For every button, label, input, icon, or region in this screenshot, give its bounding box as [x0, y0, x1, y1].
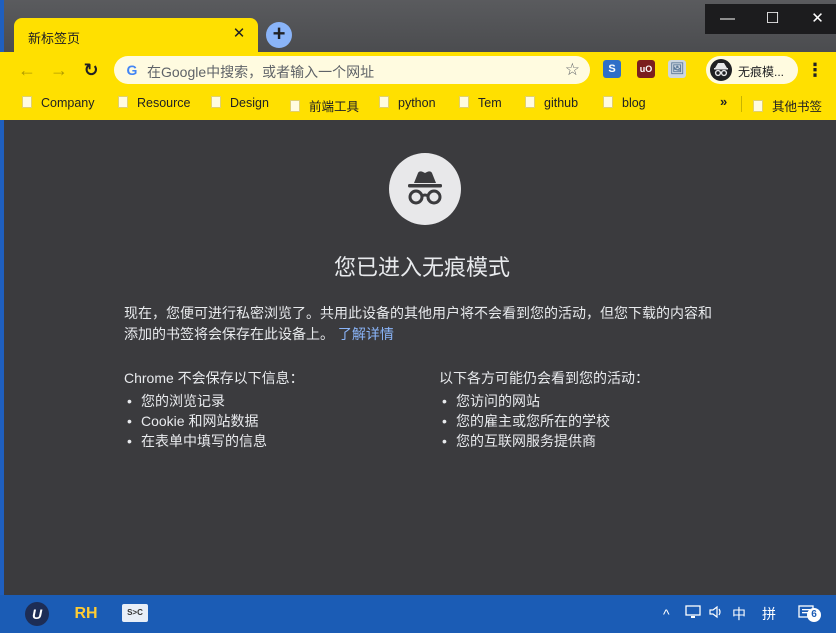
folder-icon	[459, 96, 469, 108]
folder-icon	[753, 100, 763, 112]
list-item: 您的雇主或您所在的学校	[439, 411, 729, 431]
intro-text: 现在，您便可进行私密浏览了。共用此设备的其他用户将不会看到您的活动，但您下载的内…	[124, 305, 712, 342]
folder-icon	[211, 96, 221, 108]
bookmark-folder[interactable]: Company	[22, 96, 95, 112]
incognito-icon	[389, 153, 461, 225]
bookmark-folder[interactable]: blog	[603, 96, 646, 112]
incognito-avatar-icon	[710, 59, 732, 81]
bookmark-folder[interactable]: Resource	[118, 96, 191, 112]
not-saved-title: Chrome 不会保存以下信息：	[124, 370, 304, 386]
bookmarks-divider	[741, 96, 742, 112]
not-saved-section: Chrome 不会保存以下信息： 您的浏览记录 Cookie 和网站数据 在表单…	[124, 368, 414, 451]
folder-icon	[290, 100, 300, 112]
menu-kebab-icon[interactable]: ⋮	[806, 57, 824, 83]
omnibox-placeholder[interactable]: 在Google中搜索，或者输入一个网址	[147, 62, 374, 82]
list-item: 您的浏览记录	[124, 391, 414, 411]
network-icon[interactable]	[685, 604, 701, 625]
volume-icon[interactable]	[708, 604, 724, 625]
taskbar-app-u-icon[interactable]: U	[25, 602, 49, 626]
list-item: Cookie 和网站数据	[124, 411, 414, 431]
maximize-button[interactable]: ☐	[750, 4, 795, 34]
folder-icon	[22, 96, 32, 108]
folder-icon	[603, 96, 613, 108]
incognito-page: 您已进入无痕模式 现在，您便可进行私密浏览了。共用此设备的其他用户将不会看到您的…	[0, 120, 836, 595]
folder-icon	[118, 96, 128, 108]
bookmarks-overflow-icon[interactable]: »	[720, 94, 727, 109]
bookmark-folder[interactable]: github	[525, 96, 578, 112]
taskbar-app-terminal-icon[interactable]: S>C	[122, 604, 148, 622]
tab-title: 新标签页	[28, 31, 81, 46]
learn-more-link[interactable]: 了解详情	[338, 326, 394, 342]
reload-button[interactable]: ↻	[78, 57, 104, 83]
browser-window: 新标签页 ✕ + — ☐ ✕ ← → ↻ G 在Google中搜索，或者输入一个…	[0, 0, 836, 595]
notifications-badge: 6	[807, 608, 821, 622]
incognito-heading: 您已进入无痕模式	[333, 255, 510, 280]
may-see-section: 以下各方可能仍会看到您的活动： 您访问的网站 您的雇主或您所在的学校 您的互联网…	[439, 368, 729, 451]
forward-button[interactable]: →	[46, 57, 72, 83]
toolbar: ← → ↻ G 在Google中搜索，或者输入一个网址 ☆ S uO 🖼 无痕模…	[0, 52, 836, 88]
ime-mode-indicator[interactable]: 拼	[762, 604, 776, 624]
back-button[interactable]: ←	[14, 57, 40, 83]
folder-icon	[525, 96, 535, 108]
tab-close-icon[interactable]: ✕	[230, 25, 248, 43]
may-see-title: 以下各方可能仍会看到您的活动：	[439, 370, 649, 386]
title-bar: 新标签页 ✕ + — ☐ ✕	[0, 0, 836, 52]
bookmark-folder[interactable]: 前端工具	[290, 96, 359, 114]
ime-indicator[interactable]: 中	[732, 604, 746, 624]
extension-ublock-icon[interactable]: uO	[637, 60, 655, 78]
bookmark-folder[interactable]: Tem	[459, 96, 502, 112]
other-bookmarks[interactable]: 其他书签	[753, 96, 822, 114]
extension-image-icon[interactable]: 🖼	[668, 60, 686, 78]
list-item: 您的互联网服务提供商	[439, 431, 729, 451]
list-item: 在表单中填写的信息	[124, 431, 414, 451]
profile-label: 无痕模...	[738, 65, 785, 79]
extension-s-icon[interactable]: S	[603, 60, 621, 78]
minimize-button[interactable]: —	[705, 4, 750, 34]
tab-new-tab[interactable]: 新标签页 ✕	[14, 18, 258, 52]
bookmarks-bar: Company Resource Design 前端工具 python Tem …	[0, 88, 836, 120]
bookmark-folder[interactable]: Design	[211, 96, 269, 112]
incognito-intro: 现在，您便可进行私密浏览了。共用此设备的其他用户将不会看到您的活动，但您下载的内…	[124, 303, 724, 345]
taskbar-app-rh-icon[interactable]: RH	[74, 602, 98, 626]
incognito-profile-button[interactable]: 无痕模...	[706, 56, 798, 84]
omnibox[interactable]: G 在Google中搜索，或者输入一个网址 ☆	[114, 56, 590, 84]
list-item: 您访问的网站	[439, 391, 729, 411]
new-tab-button[interactable]: +	[266, 22, 292, 48]
close-window-button[interactable]: ✕	[795, 4, 836, 34]
tray-chevron-icon[interactable]: ^	[663, 604, 670, 624]
folder-icon	[379, 96, 389, 108]
bookmark-folder[interactable]: python	[379, 96, 436, 112]
google-icon: G	[126, 62, 138, 78]
bookmark-star-icon[interactable]: ☆	[565, 60, 580, 80]
taskbar: U RH S>C ^ 中 拼 6	[0, 595, 836, 633]
